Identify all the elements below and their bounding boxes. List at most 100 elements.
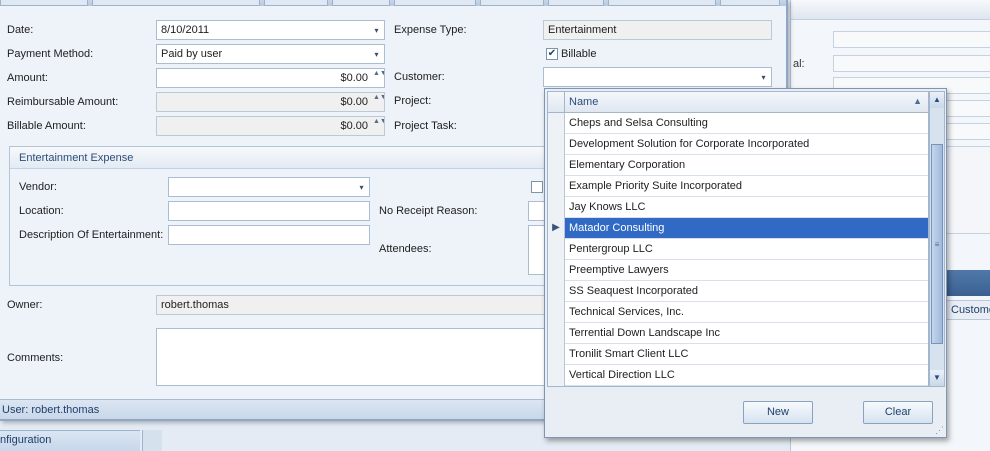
grid-row[interactable]: Jay Knows LLC [548,197,928,218]
background-field [833,55,990,72]
customer-dropdown-popup: Name ▲ Cheps and Selsa Consulting Develop… [544,88,947,438]
row-indicator [548,260,565,281]
chevron-down-icon[interactable]: ▾ [372,50,381,59]
grid-row[interactable]: SS Seaquest Incorporated [548,281,928,302]
reimbursable-amount-field[interactable]: $0.00 ▲▼ [156,92,385,112]
customer-name: Preemptive Lawyers [569,264,669,276]
toolbar-button[interactable] [0,0,88,6]
column-header-name[interactable]: Name [569,96,598,108]
row-indicator [548,239,565,260]
customer-name: Jay Knows LLC [569,201,646,213]
row-indicator [548,197,565,218]
toolbar-button[interactable] [608,0,716,6]
background-field [833,31,990,48]
nav-configuration[interactable]: nfiguration [0,430,140,451]
attendees-label: Attendees: [379,243,432,255]
grid-row[interactable]: Elementary Corporation [548,155,928,176]
payment-method-value: Paid by user [161,48,223,60]
owner-field[interactable]: robert.thomas [156,295,556,315]
customer-name: Tronilit Smart Client LLC [569,348,689,360]
background-header-bar [946,270,990,296]
chevron-down-icon[interactable]: ▾ [357,183,366,192]
row-indicator-header [548,92,565,113]
scroll-down-icon[interactable]: ▼ [930,370,944,386]
customer-name: Elementary Corporation [569,159,686,171]
amount-label: Amount: [7,72,48,84]
billable-amount-label: Billable Amount: [7,120,86,132]
row-indicator [548,176,565,197]
grid-row[interactable]: Terrential Down Landscape Inc [548,323,928,344]
grid-row[interactable]: Example Priority Suite Incorporated [548,176,928,197]
grid-header: Name ▲ [548,92,928,113]
toolbar-button[interactable] [92,0,260,6]
date-label: Date: [7,24,34,36]
customer-name: Development Solution for Corporate Incor… [569,138,810,150]
no-receipt-reason-label: No Receipt Reason: [379,205,478,217]
billable-checkbox[interactable]: ✔ [546,48,558,60]
expense-type-field[interactable]: Entertainment [543,20,772,40]
location-field[interactable] [168,201,370,221]
vertical-scrollbar[interactable]: ▲ ≡ ▼ [929,91,945,387]
grid-row[interactable]: ▶ Matador Consulting [548,218,928,239]
customer-name: Terrential Down Landscape Inc [569,327,721,339]
grid-row[interactable]: Tronilit Smart Client LLC [548,344,928,365]
grid-row[interactable]: Cheps and Selsa Consulting [548,113,928,134]
customer-name: Vertical Direction LLC [569,369,675,381]
scroll-up-icon[interactable]: ▲ [930,92,944,108]
customer-grid: Name ▲ Cheps and Selsa Consulting Develop… [547,91,929,387]
grid-row[interactable]: Vertical Direction LLC [548,365,928,386]
resize-grip-icon[interactable]: ⋰ [935,425,944,436]
sort-ascending-icon: ▲ [913,96,922,106]
vendor-label: Vendor: [19,181,57,193]
row-indicator [548,302,565,323]
date-field[interactable]: 8/10/2011 ▾ [156,20,385,40]
amount-field[interactable]: $0.00 ▲▼ [156,68,385,88]
grid-row[interactable]: Technical Services, Inc. [548,302,928,323]
chevron-down-icon[interactable]: ▾ [372,26,381,35]
customer-select[interactable]: ▾ [543,67,772,87]
comments-field[interactable] [156,328,556,386]
grid-row[interactable]: Development Solution for Corporate Incor… [548,134,928,155]
description-field[interactable] [168,225,370,245]
location-label: Location: [19,205,64,217]
toolbar-button[interactable] [264,0,328,6]
new-button[interactable]: New [743,401,813,424]
billable-label: Billable [561,48,597,60]
row-indicator [548,365,565,386]
row-indicator [548,281,565,302]
row-indicator [548,134,565,155]
reimbursable-amount-value: $0.00 [340,96,368,108]
grid-row[interactable]: Preemptive Lawyers [548,260,928,281]
vendor-select[interactable]: ▾ [168,177,370,197]
background-label: al: [793,58,805,70]
customer-label: Customer: [394,71,445,83]
background-tab[interactable]: Custome [946,300,990,320]
row-indicator [548,344,565,365]
toolbar [0,0,786,6]
toolbar-button[interactable] [332,0,390,6]
billable-amount-field[interactable]: $0.00 ▲▼ [156,116,385,136]
customer-name: Example Priority Suite Incorporated [569,180,743,192]
customer-name: Cheps and Selsa Consulting [569,117,708,129]
spin-arrows-icon[interactable]: ▲▼ [373,94,384,110]
receipt-checkbox[interactable] [531,181,543,193]
customer-name: Matador Consulting [569,222,665,234]
comments-label: Comments: [7,352,64,364]
toolbar-button[interactable] [548,0,604,6]
customer-name: Pentergroup LLC [569,243,653,255]
project-label: Project: [394,95,432,107]
row-indicator [548,155,565,176]
billable-amount-value: $0.00 [340,120,368,132]
description-label: Description Of Entertainment: [19,229,164,241]
spin-arrows-icon[interactable]: ▲▼ [373,70,384,86]
chevron-down-icon[interactable]: ▾ [759,73,768,82]
toolbar-button[interactable] [394,0,476,6]
scroll-thumb[interactable]: ≡ [931,144,943,344]
grid-row[interactable]: Pentergroup LLC [548,239,928,260]
payment-method-select[interactable]: Paid by user ▾ [156,44,385,64]
spin-arrows-icon[interactable]: ▲▼ [373,118,384,134]
clear-button[interactable]: Clear [863,401,933,424]
toolbar-button[interactable] [720,0,780,6]
toolbar-button[interactable] [480,0,544,6]
background-toolbar [791,0,990,20]
